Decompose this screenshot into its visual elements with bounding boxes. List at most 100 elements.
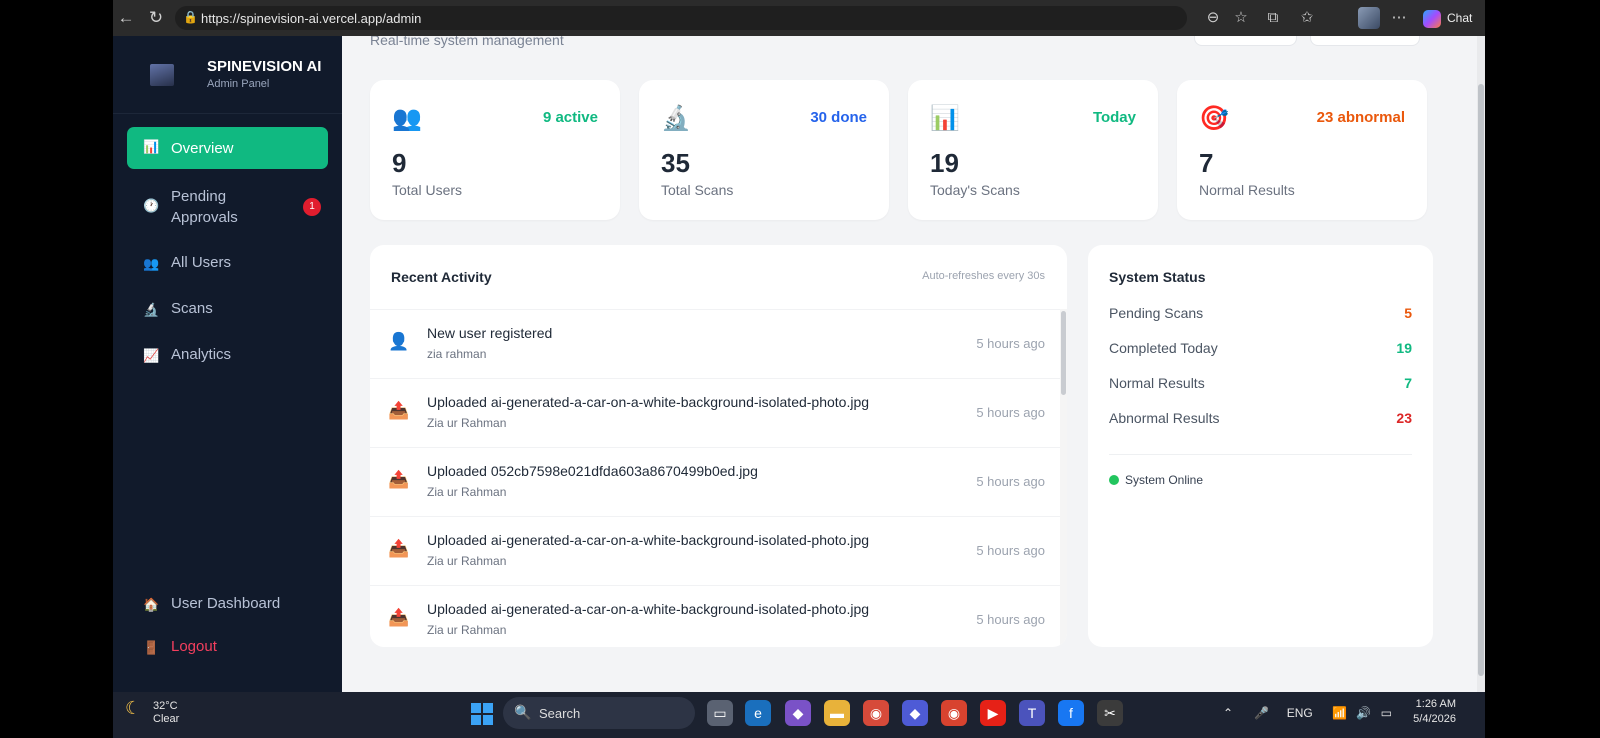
list-item[interactable]: 📤 Uploaded 052cb7598e021dfda603a8670499b…: [370, 448, 1060, 517]
teams-icon[interactable]: T: [1019, 700, 1045, 726]
line-chart-icon: 📈: [143, 348, 160, 363]
sidebar-item-label: Logout: [171, 638, 217, 655]
wifi-icon[interactable]: 📶: [1332, 706, 1347, 720]
activity-list[interactable]: 👤 New user registered zia rahman 5 hours…: [370, 309, 1060, 647]
divider: [1109, 454, 1412, 455]
start-button[interactable]: [471, 703, 493, 725]
status-dot-icon: [1109, 475, 1119, 485]
chat-button[interactable]: Chat: [1423, 5, 1481, 31]
activity-time: 5 hours ago: [976, 405, 1045, 420]
chrome-icon[interactable]: ◉: [941, 700, 967, 726]
sidebar-item-overview[interactable]: 📊 Overview: [127, 127, 328, 169]
header-status-button[interactable]: [1310, 36, 1420, 46]
system-status-panel: System Status Pending Scans 5 Completed …: [1088, 245, 1433, 647]
sidebar-item-label: Analytics: [171, 346, 232, 363]
copilot-app-icon[interactable]: ◆: [785, 700, 811, 726]
activity-time: 5 hours ago: [976, 543, 1045, 558]
upload-icon: 📤: [388, 401, 410, 420]
weather-condition: Clear: [153, 713, 180, 725]
list-item[interactable]: 📤 Uploaded ai-generated-a-car-on-a-white…: [370, 379, 1060, 448]
stat-tag: Today: [1092, 109, 1136, 126]
activity-time: 5 hours ago: [976, 336, 1045, 351]
activity-time: 5 hours ago: [976, 474, 1045, 489]
stat-label: Total Users: [392, 182, 463, 198]
stat-card-normal-results: 🎯 23 abnormal 7 Normal Results: [1177, 80, 1427, 220]
app-icon[interactable]: ◆: [902, 700, 928, 726]
sidebar-item-user-dashboard[interactable]: 🏠 User Dashboard: [127, 589, 328, 619]
page-scrollbar[interactable]: [1477, 36, 1485, 692]
chrome-profile-icon[interactable]: ◉: [863, 700, 889, 726]
logout-button[interactable]: 🚪 Logout: [127, 632, 328, 662]
volume-icon[interactable]: 🔊: [1356, 706, 1371, 720]
extensions-icon[interactable]: ⧉: [1263, 8, 1283, 28]
activity-user: Zia ur Rahman: [427, 485, 507, 499]
microscope-icon: 🔬: [661, 105, 691, 132]
file-explorer-icon[interactable]: ▬: [824, 700, 850, 726]
activity-title: Uploaded ai-generated-a-car-on-a-white-b…: [427, 532, 870, 548]
battery-icon[interactable]: ▭: [1381, 706, 1392, 720]
refresh-icon[interactable]: ↻: [146, 8, 166, 28]
pending-badge: 1: [303, 198, 321, 216]
system-tray[interactable]: ⌃ 🎤 ENG 📶 🔊 ▭: [1223, 706, 1392, 720]
header-button[interactable]: [1194, 36, 1297, 46]
microscope-icon: 🔬: [143, 302, 160, 317]
list-item[interactable]: 📤 Uploaded ai-generated-a-car-on-a-white…: [370, 517, 1060, 586]
snipping-tool-icon[interactable]: ✂: [1097, 700, 1123, 726]
system-online-indicator: System Online: [1109, 473, 1203, 487]
activity-user: Zia ur Rahman: [427, 554, 507, 568]
house-icon: 🏠: [143, 597, 160, 612]
activity-title: Uploaded ai-generated-a-car-on-a-white-b…: [427, 601, 870, 617]
clock-date: 5/4/2026: [1413, 713, 1456, 725]
chevron-up-icon[interactable]: ⌃: [1223, 706, 1233, 720]
search-icon: 🔍: [514, 704, 532, 720]
stat-tag: 9 active: [542, 109, 598, 126]
panel-title: System Status: [1109, 269, 1206, 285]
star-icon[interactable]: ☆: [1231, 8, 1251, 28]
facebook-icon[interactable]: f: [1058, 700, 1084, 726]
clock[interactable]: 1:26 AM 5/4/2026: [1396, 697, 1456, 727]
status-row-normal-results: Normal Results 7: [1109, 375, 1412, 391]
panel-title: Recent Activity: [391, 269, 492, 285]
online-label: System Online: [1125, 473, 1204, 487]
activity-user: zia rahman: [427, 347, 487, 361]
profile-avatar[interactable]: [1358, 7, 1380, 29]
microphone-icon[interactable]: 🎤: [1254, 706, 1269, 720]
favorites-icon[interactable]: ✩: [1297, 8, 1317, 28]
sidebar-item-scans[interactable]: 🔬 Scans: [127, 294, 328, 324]
list-item[interactable]: 👤 New user registered zia rahman 5 hours…: [370, 310, 1060, 379]
scrollbar-thumb[interactable]: [1061, 311, 1066, 395]
reader-icon[interactable]: ⊖: [1203, 8, 1223, 28]
target-icon: 🎯: [1199, 105, 1229, 132]
scrollbar-thumb[interactable]: [1478, 84, 1484, 676]
url-bar[interactable]: 🔒 https://spinevision-ai.vercel.app/admi…: [175, 6, 1187, 30]
bar-chart-icon: 📊: [930, 105, 960, 132]
list-item[interactable]: 📤 Uploaded ai-generated-a-car-on-a-white…: [370, 586, 1060, 647]
youtube-icon[interactable]: ▶: [980, 700, 1006, 726]
language-indicator[interactable]: ENG: [1287, 706, 1313, 720]
main-content: Real-time system management 👥 9 active 9…: [342, 36, 1485, 692]
edge-icon[interactable]: e: [745, 700, 771, 726]
users-icon: 👥: [392, 105, 422, 132]
brand-title: SPINEVISION AI: [207, 58, 322, 75]
brand-subtitle: Admin Panel: [207, 78, 270, 90]
activity-user: Zia ur Rahman: [427, 623, 507, 637]
taskbar-search[interactable]: 🔍 Search: [503, 697, 695, 729]
user-icon: 👤: [388, 332, 410, 351]
sidebar-item-all-users[interactable]: 👥 All Users: [127, 248, 328, 278]
activity-scrollbar[interactable]: [1060, 309, 1067, 647]
sidebar-item-pending-approvals[interactable]: 🕐 Pending Approvals 1: [127, 182, 328, 232]
app-content: SPINEVISION AI Admin Panel 📊 Overview 🕐 …: [113, 36, 1485, 692]
status-value: 5: [1404, 305, 1412, 321]
sidebar-item-label: Scans: [171, 300, 213, 317]
stat-value: 19: [930, 148, 959, 178]
users-icon: 👥: [143, 256, 160, 271]
auto-refresh-note: Auto-refreshes every 30s: [922, 270, 1045, 282]
back-icon[interactable]: ←: [116, 8, 136, 28]
task-view-icon[interactable]: ▭: [707, 700, 733, 726]
stat-value: 35: [661, 148, 690, 178]
sidebar-item-analytics[interactable]: 📈 Analytics: [127, 340, 328, 370]
more-icon[interactable]: ⋯: [1389, 8, 1409, 28]
copilot-icon: [1423, 9, 1441, 28]
sidebar-item-label: Pending Approvals: [171, 188, 238, 226]
brand: SPINEVISION AI Admin Panel: [113, 36, 342, 114]
